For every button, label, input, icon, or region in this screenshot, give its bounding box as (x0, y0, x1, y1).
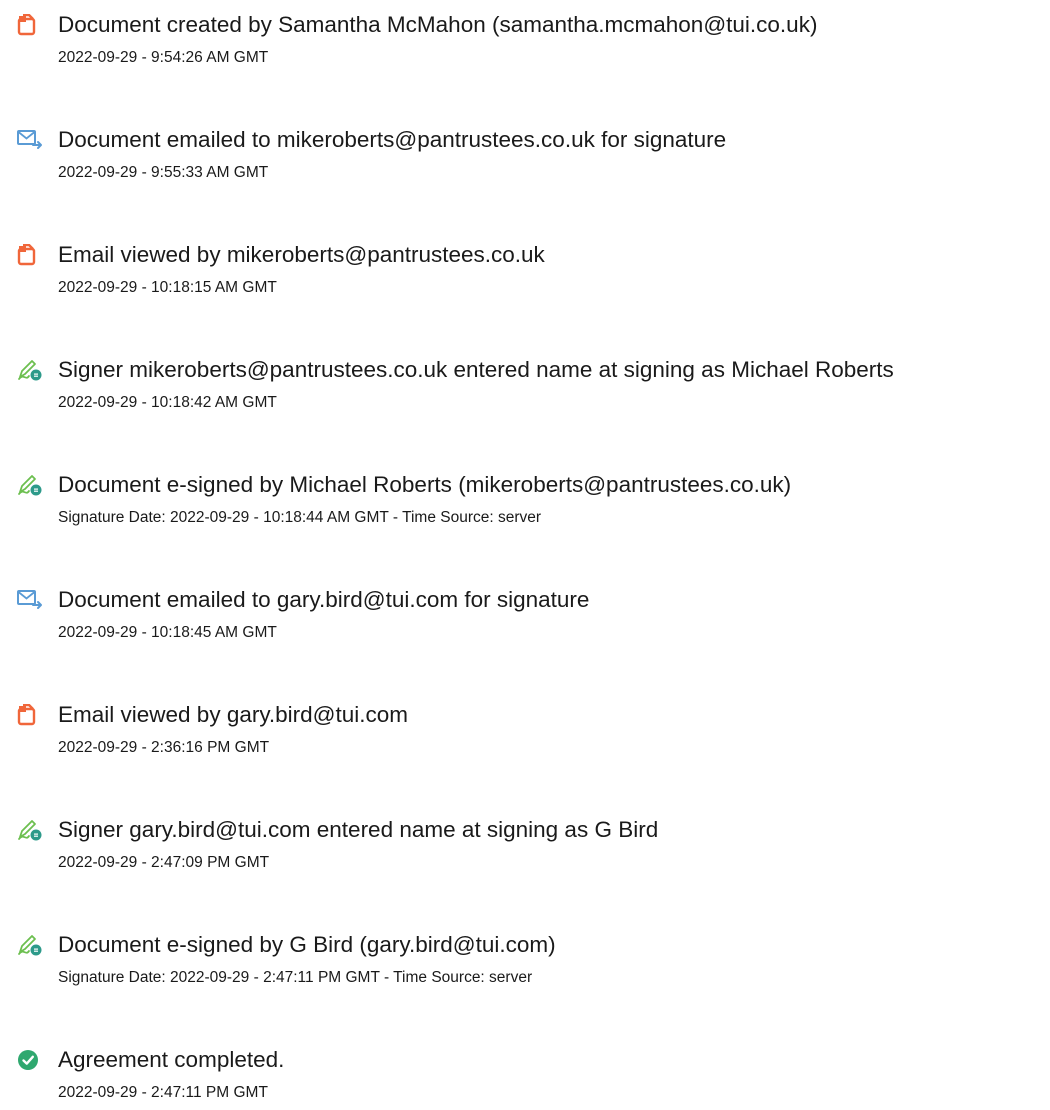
event-title: Document emailed to mikeroberts@pantrust… (58, 127, 727, 152)
document-viewed-icon (17, 704, 43, 726)
esign-pen-icon (17, 819, 43, 841)
event-signature-detail: Signature Date: 2022-09-29 - 10:18:44 AM… (58, 509, 542, 526)
event-title: Signer gary.bird@tui.com entered name at… (58, 817, 659, 842)
document-viewed-icon (17, 244, 43, 266)
esign-pen-icon (17, 359, 43, 381)
event-timestamp: 2022-09-29 - 2:36:16 PM GMT (58, 739, 270, 756)
esign-pen-icon (17, 934, 43, 956)
event-title: Document e-signed by Michael Roberts (mi… (58, 472, 792, 497)
event-timestamp: 2022-09-29 - 10:18:15 AM GMT (58, 279, 277, 296)
email-sent-icon (17, 129, 43, 151)
event-title: Email viewed by mikeroberts@pantrustees.… (58, 242, 545, 267)
event-timestamp: 2022-09-29 - 2:47:11 PM GMT (58, 1084, 268, 1101)
event-timestamp: 2022-09-29 - 9:54:26 AM GMT (58, 49, 269, 66)
agreement-completed-check-icon (17, 1049, 43, 1071)
email-sent-icon (17, 589, 43, 611)
event-title: Document created by Samantha McMahon (sa… (58, 12, 818, 37)
event-timestamp: 2022-09-29 - 2:47:09 PM GMT (58, 854, 270, 871)
event-timestamp: 2022-09-29 - 10:18:42 AM GMT (58, 394, 277, 411)
event-timestamp: 2022-09-29 - 9:55:33 AM GMT (58, 164, 269, 181)
event-title: Document emailed to gary.bird@tui.com fo… (58, 587, 590, 612)
esign-pen-icon (17, 474, 43, 496)
event-title: Email viewed by gary.bird@tui.com (58, 702, 409, 727)
event-signature-detail: Signature Date: 2022-09-29 - 2:47:11 PM … (58, 969, 533, 986)
event-title: Document e-signed by G Bird (gary.bird@t… (58, 932, 556, 957)
event-timestamp: 2022-09-29 - 10:18:45 AM GMT (58, 624, 277, 641)
event-title: Signer mikeroberts@pantrustees.co.uk ent… (58, 357, 894, 382)
event-title: Agreement completed. (58, 1047, 285, 1072)
document-created-icon (17, 14, 43, 36)
